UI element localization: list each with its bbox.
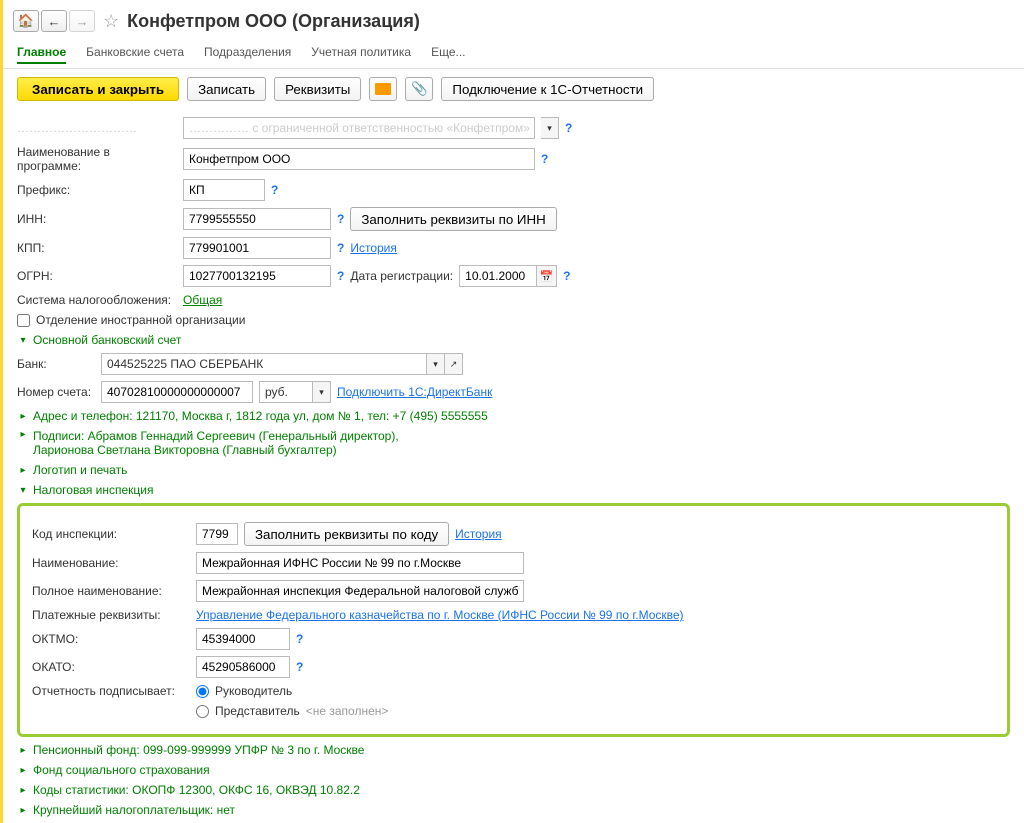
prog-name-label: Наименование в программе: xyxy=(17,145,177,173)
calendar-icon[interactable]: 📅 xyxy=(537,265,557,287)
reg-date-label: Дата регистрации: xyxy=(350,269,453,283)
account-label: Номер счета: xyxy=(17,385,95,399)
chevron-right-icon: ▸ xyxy=(17,805,29,816)
open-icon[interactable]: ↗ xyxy=(445,353,463,375)
radio-leader-label: Руководитель xyxy=(215,684,292,698)
fill-by-inn-button[interactable]: Заполнить реквизиты по ИНН xyxy=(350,207,556,231)
help-icon[interactable]: ? xyxy=(271,183,278,197)
section-stats[interactable]: ▸ Коды статистики: ОКОПФ 12300, ОКФС 16,… xyxy=(17,783,1010,797)
page-title: Конфетпром ООО (Организация) xyxy=(127,11,420,32)
not-filled-text: <не заполнен> xyxy=(306,704,389,718)
inn-input[interactable] xyxy=(183,208,331,230)
dropdown-icon[interactable]: ▾ xyxy=(427,353,445,375)
insp-pay-link[interactable]: Управление Федерального казначейства по … xyxy=(196,608,684,622)
forward-button[interactable]: → xyxy=(69,10,95,32)
insp-name-label: Наименование: xyxy=(32,556,190,570)
section-tax-inspection[interactable]: ▾ Налоговая инспекция xyxy=(17,483,1010,497)
dropdown-icon[interactable]: ▾ xyxy=(313,381,331,403)
bank-label: Банк: xyxy=(17,357,95,371)
inn-label: ИНН: xyxy=(17,212,177,226)
mail-icon xyxy=(375,83,391,95)
dropdown-icon[interactable]: ▾ xyxy=(541,117,559,139)
tab-divisions[interactable]: Подразделения xyxy=(204,42,291,64)
chevron-right-icon: ▸ xyxy=(17,785,29,796)
okato-input[interactable] xyxy=(196,656,290,678)
foreign-org-label: Отделение иностранной организации xyxy=(36,313,245,327)
radio-representative[interactable] xyxy=(196,705,209,718)
help-icon[interactable]: ? xyxy=(541,152,548,166)
bank-input[interactable]: 044525225 ПАО СБЕРБАНК xyxy=(101,353,427,375)
radio-rep-label: Представитель xyxy=(215,704,300,718)
help-icon[interactable]: ? xyxy=(296,660,303,674)
ogrn-label: ОГРН: xyxy=(17,269,177,283)
home-button[interactable]: 🏠 xyxy=(13,10,39,32)
oktmo-label: ОКТМО: xyxy=(32,632,190,646)
chevron-right-icon: ▸ xyxy=(17,429,29,440)
chevron-down-icon: ▾ xyxy=(17,335,29,346)
insp-full-input[interactable] xyxy=(196,580,524,602)
radio-leader[interactable] xyxy=(196,685,209,698)
attach-button[interactable]: 📎 xyxy=(405,77,433,101)
history-link[interactable]: История xyxy=(350,241,397,255)
currency-input[interactable]: руб. xyxy=(259,381,313,403)
tab-bar: Главное Банковские счета Подразделения У… xyxy=(3,38,1024,69)
okato-label: ОКАТО: xyxy=(32,660,190,674)
chevron-right-icon: ▸ xyxy=(17,411,29,422)
chevron-right-icon: ▸ xyxy=(17,465,29,476)
section-largest[interactable]: ▸ Крупнейший налогоплательщик: нет xyxy=(17,803,1010,817)
kpp-input[interactable] xyxy=(183,237,331,259)
prefix-input[interactable] xyxy=(183,179,265,201)
prefix-label: Префикс: xyxy=(17,183,177,197)
account-input[interactable] xyxy=(101,381,253,403)
help-icon[interactable]: ? xyxy=(563,269,570,283)
insp-name-input[interactable] xyxy=(196,552,524,574)
prog-name-input[interactable] xyxy=(183,148,535,170)
ogrn-input[interactable] xyxy=(183,265,331,287)
section-bank-account[interactable]: ▾ Основной банковский счет xyxy=(17,333,1010,347)
requisites-button[interactable]: Реквизиты xyxy=(274,77,361,101)
tab-accounting-policy[interactable]: Учетная политика xyxy=(311,42,411,64)
help-icon[interactable]: ? xyxy=(337,269,344,283)
reg-date-input[interactable] xyxy=(459,265,537,287)
insp-code-label: Код инспекции: xyxy=(32,527,190,541)
mail-button[interactable] xyxy=(369,77,397,101)
tax-system-link[interactable]: Общая xyxy=(183,293,222,307)
oktmo-input[interactable] xyxy=(196,628,290,650)
chevron-down-icon: ▾ xyxy=(17,485,29,496)
section-pfr[interactable]: ▸ Пенсионный фонд: 099-099-999999 УПФР №… xyxy=(17,743,1010,757)
tab-more[interactable]: Еще... xyxy=(431,42,465,64)
save-close-button[interactable]: Записать и закрыть xyxy=(17,77,179,101)
insp-full-label: Полное наименование: xyxy=(32,584,190,598)
signed-label: Отчетность подписывает: xyxy=(32,684,190,698)
help-icon[interactable]: ? xyxy=(337,241,344,255)
chevron-right-icon: ▸ xyxy=(17,765,29,776)
tax-system-label: Система налогообложения: xyxy=(17,293,177,307)
full-name-input[interactable] xyxy=(183,117,535,139)
insp-code-input[interactable] xyxy=(196,523,238,545)
favorite-icon[interactable]: ☆ xyxy=(103,11,119,32)
section-signatures[interactable]: ▸ Подписи: Абрамов Геннадий Сергеевич (Г… xyxy=(17,429,1010,457)
help-icon[interactable]: ? xyxy=(296,632,303,646)
connect-reporting-button[interactable]: Подключение к 1С-Отчетности xyxy=(441,77,654,101)
connect-bank-link[interactable]: Подключить 1С:ДиректБанк xyxy=(337,385,492,399)
kpp-label: КПП: xyxy=(17,241,177,255)
history-link[interactable]: История xyxy=(455,527,502,541)
tab-bank-accounts[interactable]: Банковские счета xyxy=(86,42,184,64)
help-icon[interactable]: ? xyxy=(565,121,572,135)
foreign-org-checkbox[interactable] xyxy=(17,314,30,327)
tax-inspection-panel: Код инспекции: Заполнить реквизиты по ко… xyxy=(17,503,1010,737)
section-logo[interactable]: ▸ Логотип и печать xyxy=(17,463,1010,477)
save-button[interactable]: Записать xyxy=(187,77,266,101)
chevron-right-icon: ▸ xyxy=(17,745,29,756)
tab-main[interactable]: Главное xyxy=(17,42,66,64)
section-fss[interactable]: ▸ Фонд социального страхования xyxy=(17,763,1010,777)
help-icon[interactable]: ? xyxy=(337,212,344,226)
section-address[interactable]: ▸ Адрес и телефон: 121170, Москва г, 181… xyxy=(17,409,1010,423)
insp-pay-label: Платежные реквизиты: xyxy=(32,608,190,622)
back-button[interactable]: ← xyxy=(41,10,67,32)
full-name-label: ………………………… xyxy=(17,121,177,135)
fill-by-code-button[interactable]: Заполнить реквизиты по коду xyxy=(244,522,449,546)
